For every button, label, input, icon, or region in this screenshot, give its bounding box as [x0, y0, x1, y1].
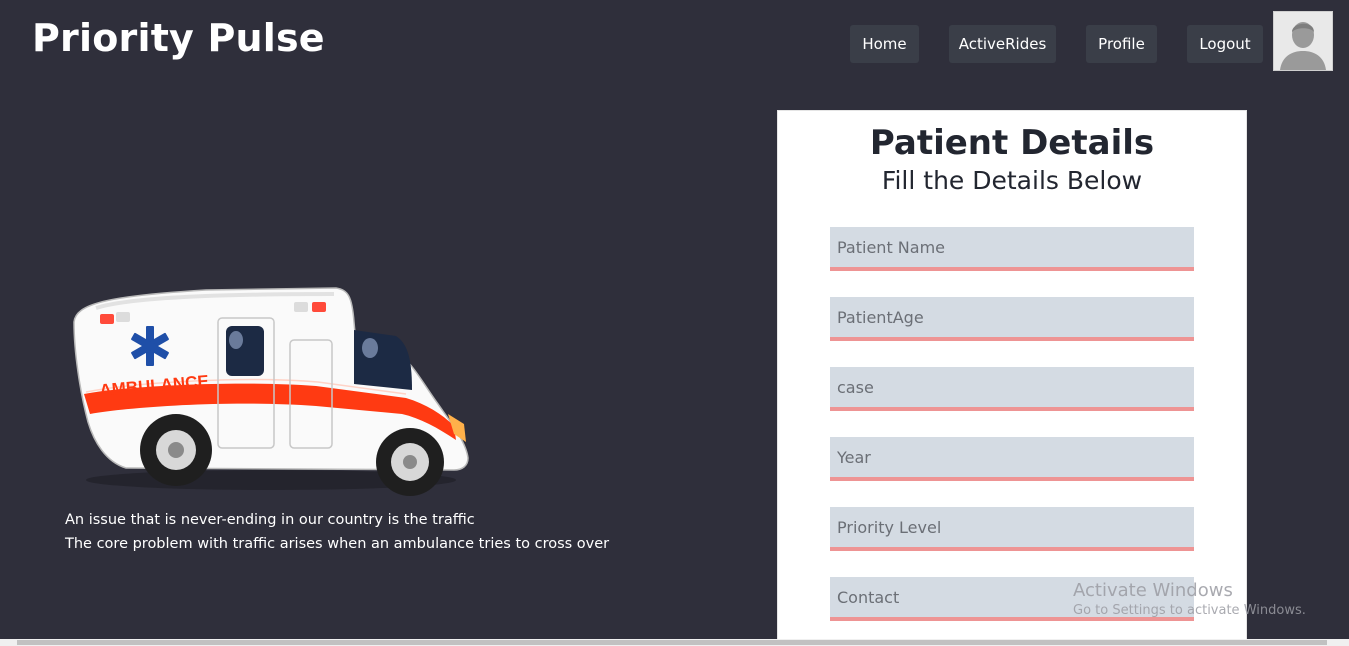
patient-details-card: Patient Details Fill the Details Below — [777, 110, 1247, 646]
nav-profile-button[interactable]: Profile — [1086, 25, 1157, 63]
form-subtitle: Fill the Details Below — [881, 166, 1143, 195]
nav-logout-button[interactable]: Logout — [1187, 25, 1263, 63]
top-nav: Home ActiveRides Profile Logout — [0, 0, 1349, 80]
hero-line-1: An issue that is never-ending in our cou… — [65, 512, 475, 528]
horizontal-scrollbar[interactable] — [0, 639, 1349, 646]
hero-line-2: The core problem with traffic arises whe… — [65, 536, 610, 552]
watermark-subtitle: Go to Settings to activate Windows. — [1073, 603, 1306, 618]
form-title: Patient Details — [869, 123, 1155, 163]
ambulance-illustration: AMBULANCE — [66, 282, 486, 500]
watermark-title: Activate Windows — [1073, 580, 1233, 601]
scrollbar-thumb[interactable] — [17, 640, 1327, 645]
nav-home-button[interactable]: Home — [850, 25, 919, 63]
patient-name-input[interactable] — [830, 227, 1194, 271]
priority-level-input[interactable] — [830, 507, 1194, 551]
hero-description: An issue that is never-ending in our cou… — [65, 508, 705, 556]
patient-age-input[interactable] — [830, 297, 1194, 341]
user-avatar-icon[interactable] — [1273, 11, 1333, 71]
nav-activerides-button[interactable]: ActiveRides — [949, 25, 1056, 63]
windows-activation-watermark: Activate Windows Go to Settings to activ… — [1073, 580, 1306, 618]
year-input[interactable] — [830, 437, 1194, 481]
case-input[interactable] — [830, 367, 1194, 411]
